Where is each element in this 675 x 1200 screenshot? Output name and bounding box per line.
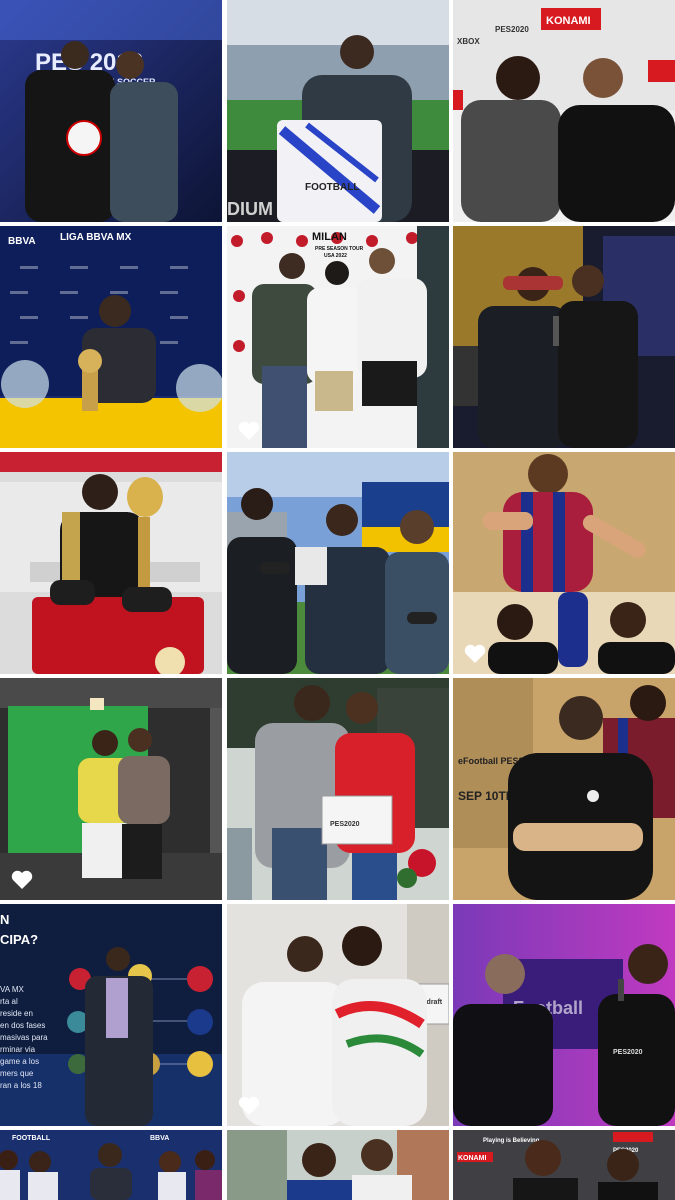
tile-text: FOOTBALL xyxy=(305,182,359,193)
tile-text: MILAN xyxy=(312,231,347,243)
tile-text: ran a los 18 xyxy=(0,1081,42,1090)
tile-text: XBOX xyxy=(457,37,480,46)
photo-tile[interactable]: KONAMI Playing is Believing PES2020 xyxy=(453,1130,675,1200)
tile-text: LIGA BBVA MX xyxy=(60,232,132,243)
tile-text: PRE SEASON TOUR xyxy=(315,246,364,252)
tile-text: mers que xyxy=(0,1069,34,1078)
tile-text: rta al xyxy=(0,997,18,1006)
tile-text: KONAMI xyxy=(546,15,591,27)
tile-text: SEP 10TH xyxy=(458,789,514,803)
tile-text: BBVA xyxy=(150,1135,169,1142)
tile-text: rminar via xyxy=(0,1045,36,1054)
photo-tile[interactable]: PES 2016 PRO EVOLUTION SOCCER xyxy=(0,0,222,222)
tile-text: reside en xyxy=(0,1009,33,1018)
tile-text: PES2020 xyxy=(613,1049,643,1056)
tile-text: game a los xyxy=(0,1057,39,1066)
photo-tile[interactable]: MILAN PRE SEASON TOUR USA 2022 xyxy=(227,226,449,448)
photo-tile[interactable] xyxy=(227,1130,449,1200)
tile-text: en dos fases xyxy=(0,1021,45,1030)
tile-text: DIUM xyxy=(227,199,273,219)
photo-tile[interactable] xyxy=(453,452,675,674)
photo-tile[interactable] xyxy=(227,452,449,674)
photo-tile[interactable]: eFootball PES2020 xyxy=(453,904,675,1126)
photo-tile[interactable]: BBVA LIGA BBVA MX xyxy=(0,226,222,448)
photo-tile[interactable]: PES2020 xyxy=(227,678,449,900)
photo-tile[interactable]: FOOTBALL BBVA xyxy=(0,1130,222,1200)
photo-tile[interactable]: updraft xyxy=(227,904,449,1126)
photo-tile[interactable]: eFootball PES2020 SEP 10TH xyxy=(453,678,675,900)
tile-text: N xyxy=(0,912,9,927)
photo-tile[interactable] xyxy=(0,452,222,674)
photo-tile[interactable] xyxy=(453,226,675,448)
photo-tile[interactable]: DIUM FOOTBALL xyxy=(227,0,449,222)
photo-tile[interactable] xyxy=(0,678,222,900)
tile-text: Playing is Believing xyxy=(483,1138,540,1144)
photo-tile[interactable]: KONAMI PES2020 XBOX xyxy=(453,0,675,222)
tile-text: KONAMI xyxy=(458,1155,486,1162)
tile-text: BBVA xyxy=(8,236,36,247)
tile-text: PES2020 xyxy=(495,25,529,34)
photo-tile[interactable]: N CIPA? VA MX rta al reside en en dos fa… xyxy=(0,904,222,1126)
tile-text: USA 2022 xyxy=(324,253,347,259)
tile-text: VA MX xyxy=(0,985,25,994)
tile-text: PES2020 xyxy=(330,821,360,828)
tile-text: FOOTBALL xyxy=(12,1135,51,1142)
tile-text: masivas para xyxy=(0,1033,48,1042)
tile-text: CIPA? xyxy=(0,932,38,947)
